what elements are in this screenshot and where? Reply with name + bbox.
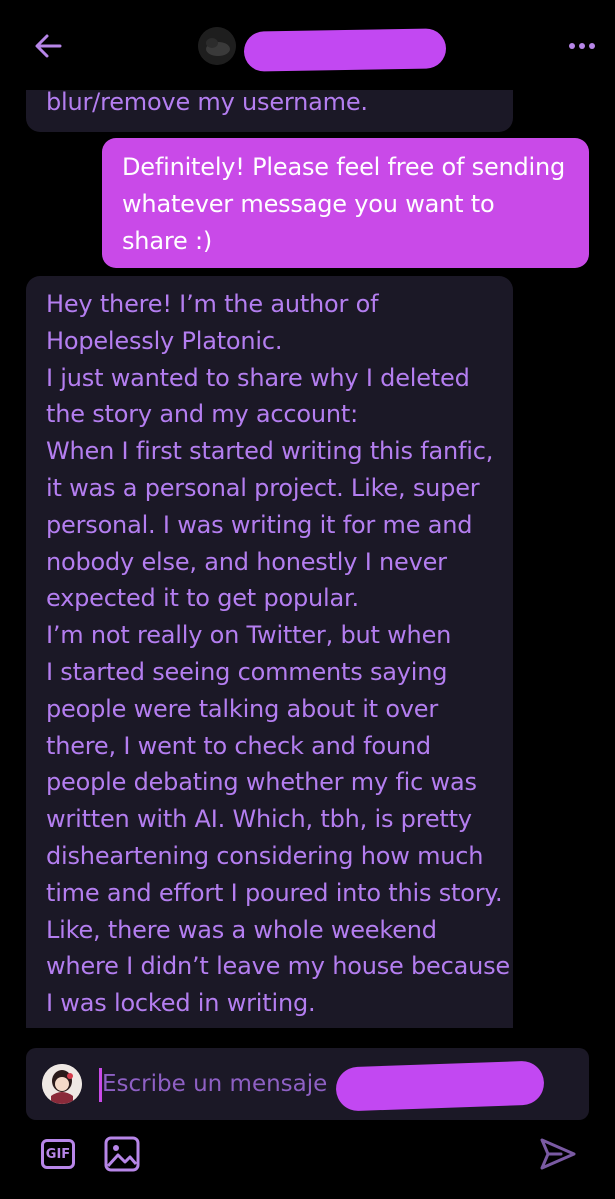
message-line: people were talking about it over [46,694,439,723]
send-icon [540,1138,576,1170]
message-line: personal. I was writing it for me and [46,510,473,539]
dot [569,43,575,49]
dot [579,43,585,49]
message-line: Hopelessly Platonic. [46,326,283,355]
redacted-text [335,1060,545,1112]
redacted-username [243,28,447,72]
message-line: written with AI. Which, tbh, is pretty [46,805,472,834]
message-text: Hey there! I’m the author of Hopelessly … [46,286,510,1022]
message-line: Like, there was a whole weekend [46,915,437,944]
message-line: there, I went to check and found [46,731,431,760]
message-line: it was a personal project. Like, super [46,473,480,502]
conversation-header [0,0,615,90]
image-button[interactable] [102,1134,142,1174]
avatar-image [42,1064,82,1104]
message-line: time and effort I poured into this story… [46,878,503,907]
gif-icon: GIF [41,1139,75,1169]
message-line: Hey there! I’m the author of [46,290,379,318]
message-line: where I didn’t leave my house because [46,952,510,981]
message-line: I just wanted to share why I deleted [46,363,470,392]
recipient-avatar[interactable] [198,27,236,65]
message-text: Definitely! Please feel free of sending … [122,149,565,259]
message-line: When I first started writing this fanfic… [46,437,494,466]
message-line: I’m not really on Twitter, but when [46,621,452,650]
message-line: nobody else, and honestly I never [46,547,447,576]
message-line: I started seeing comments saying [46,657,448,686]
message-bubble-incoming: Hey there! I’m the author of Hopelessly … [26,276,513,1036]
more-options-button[interactable] [562,34,602,58]
message-line: expected it to get popular. [46,584,359,613]
send-button[interactable] [538,1134,578,1174]
dot [589,43,595,49]
my-avatar [42,1064,82,1104]
image-icon [104,1136,140,1172]
message-line: Definitely! Please feel free of sending [122,153,566,181]
message-bubble-outgoing: Definitely! Please feel free of sending … [102,138,589,268]
gif-button[interactable]: GIF [38,1134,78,1174]
back-button[interactable] [28,26,68,66]
message-line: disheartening considering how much [46,841,484,870]
arrow-left-icon [35,34,62,58]
message-line: people debating whether my fic was [46,768,477,797]
avatar-image [198,27,236,65]
message-line: whatever message you want to [122,189,495,218]
message-line: share :) [122,226,213,255]
message-line: I was locked in writing. [46,989,316,1018]
message-line: the story and my account: [46,400,359,429]
